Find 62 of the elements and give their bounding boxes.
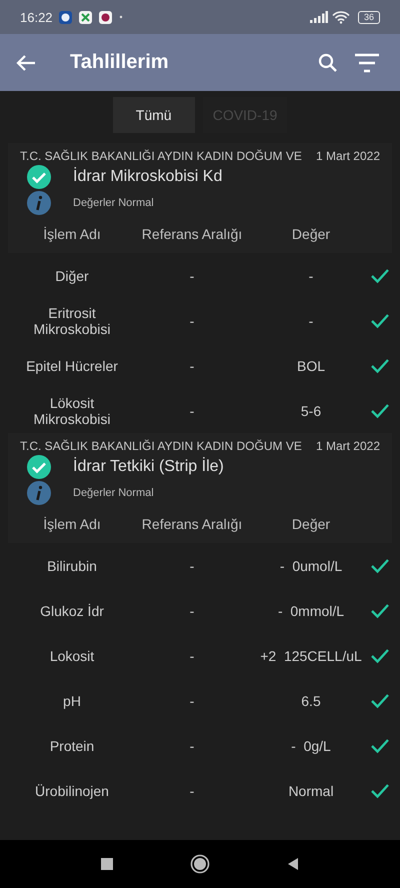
notification-icon [98,10,112,24]
reference-range: - [190,268,194,284]
test-name: Protein [50,738,94,754]
reference-range: - [190,648,194,664]
test-name: Diğer [55,268,89,284]
test-value: - [308,268,314,284]
column-header: Referans Aralığı [142,516,242,532]
institution-name: T.C. SAĞLIK BAKANLIĞI AYDIN KADIN DOĞUM VE [20,149,302,163]
reference-range: - [190,782,194,798]
back-nav-button[interactable] [286,857,300,871]
column-header: İşlem Adı [43,226,101,242]
test-name: Bilirubin [47,558,97,574]
column-header: Değer [292,226,330,242]
result-date: 1 Mart 2022 [316,149,380,163]
result-date: 1 Mart 2022 [316,439,380,453]
test-value: - 0g/L [291,738,331,754]
info-icon[interactable] [27,481,51,505]
notification-icon [78,10,92,24]
column-header: Referans Aralığı [142,226,242,242]
reference-range: - [190,558,194,574]
test-name: Epitel Hücreler [26,358,118,374]
test-name: Lokosit [50,648,94,664]
test-value: 6.5 [301,692,321,708]
column-header: Değer [292,516,330,532]
reference-range: - [190,402,194,418]
reference-range: - [190,358,194,374]
test-name: Eritrosit Mikroskobisi [32,304,112,336]
dot-icon [118,15,123,19]
filter-icon [354,52,380,72]
test-title: İdrar Mikroskobisi Kd [73,168,222,186]
column-header: İşlem Adı [43,516,101,532]
battery-icon: 36 [358,10,380,24]
test-name: Lökosit Mikroskobisi [32,394,112,426]
test-value: Normal [288,782,334,798]
recents-button[interactable] [100,857,114,871]
test-value: - [308,312,314,328]
notification-icon [58,10,72,24]
reference-range: - [190,692,194,708]
home-button[interactable] [190,854,210,874]
reference-range: - [190,312,194,328]
test-value: - 0mmol/L [278,602,344,618]
test-name: pH [63,692,81,708]
summary-text: Değerler Normal [73,487,154,499]
test-name: Glukoz İdr [40,602,104,618]
test-title: İdrar Tetkiki (Strip İle) [73,458,224,476]
test-value: - 0umol/L [280,558,342,574]
signal-icon [310,11,328,23]
test-name: Ürobilinojen [35,782,109,798]
clock: 16:22 [20,10,53,24]
test-value: +2 125CELL/uL [260,648,362,664]
summary-text: Değerler Normal [73,197,154,209]
wifi-icon [332,10,350,24]
test-value: 5-6 [300,402,322,418]
filter-tab[interactable]: Tümü [112,97,195,133]
info-icon[interactable] [27,191,51,215]
test-value: BOL [296,358,325,374]
institution-name: T.C. SAĞLIK BAKANLIĞI AYDIN KADIN DOĞUM VE [20,439,302,453]
search-icon [318,52,338,72]
screen-title: Tahlillerim [70,51,169,74]
back-arrow-icon [16,54,36,72]
reference-range: - [190,738,194,754]
reference-range: - [190,602,194,618]
